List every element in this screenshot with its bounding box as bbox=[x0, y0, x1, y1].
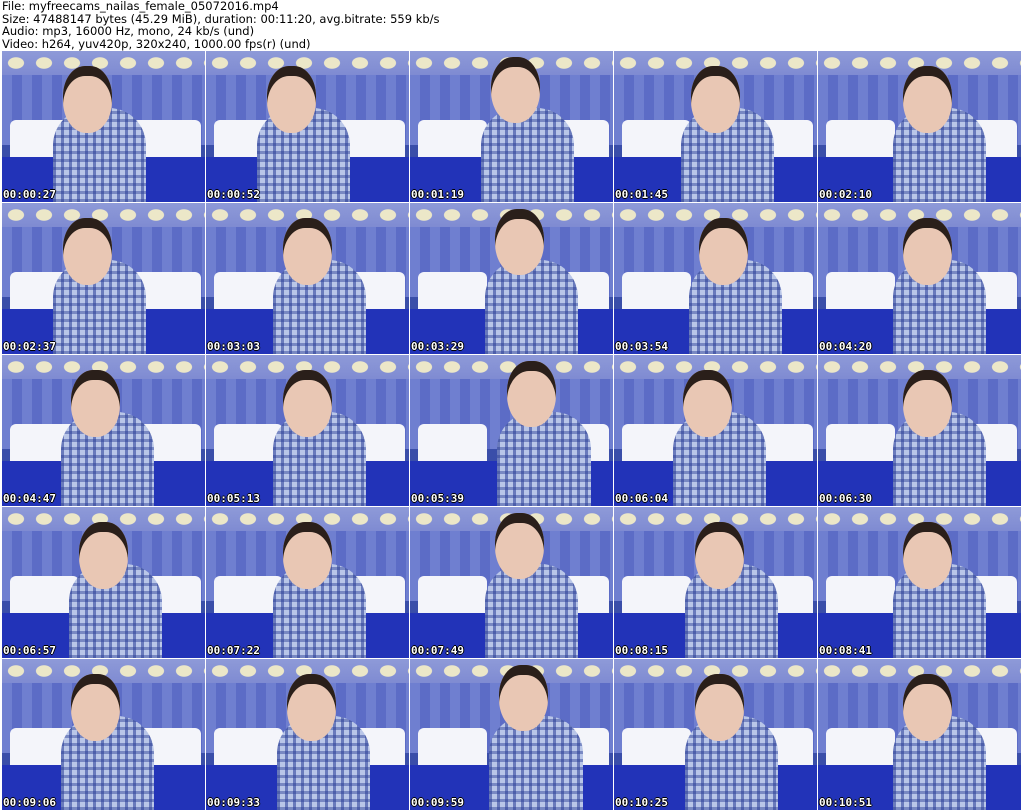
thumbnail-timestamp: 00:09:33 bbox=[207, 796, 260, 809]
thumbnail-timestamp: 00:06:04 bbox=[615, 492, 668, 505]
thumbnail-timestamp: 00:09:06 bbox=[3, 796, 56, 809]
video-thumbnail: 00:04:20 bbox=[818, 203, 1021, 354]
thumbnail-timestamp: 00:01:19 bbox=[411, 188, 464, 201]
thumbnail-timestamp: 00:07:49 bbox=[411, 644, 464, 657]
video-thumbnail: 00:08:41 bbox=[818, 507, 1021, 658]
video-thumbnail: 00:00:52 bbox=[206, 51, 409, 202]
video-thumbnail: 00:07:22 bbox=[206, 507, 409, 658]
video-thumbnail: 00:03:54 bbox=[614, 203, 817, 354]
thumbnail-timestamp: 00:04:47 bbox=[3, 492, 56, 505]
video-thumbnail: 00:03:29 bbox=[410, 203, 613, 354]
video-thumbnail: 00:06:30 bbox=[818, 355, 1021, 506]
thumbnail-timestamp: 00:03:54 bbox=[615, 340, 668, 353]
video-thumbnail: 00:08:15 bbox=[614, 507, 817, 658]
thumbnail-timestamp: 00:07:22 bbox=[207, 644, 260, 657]
thumbnail-timestamp: 00:03:29 bbox=[411, 340, 464, 353]
thumbnail-timestamp: 00:02:37 bbox=[3, 340, 56, 353]
video-thumbnail: 00:01:45 bbox=[614, 51, 817, 202]
thumbnail-timestamp: 00:05:39 bbox=[411, 492, 464, 505]
thumbnail-timestamp: 00:09:59 bbox=[411, 796, 464, 809]
video-thumbnail: 00:02:37 bbox=[2, 203, 205, 354]
thumbnail-timestamp: 00:04:20 bbox=[819, 340, 872, 353]
thumbnail-timestamp: 00:00:52 bbox=[207, 188, 260, 201]
video-thumbnail: 00:09:06 bbox=[2, 659, 205, 810]
video-thumbnail: 00:05:13 bbox=[206, 355, 409, 506]
thumbnail-timestamp: 00:08:15 bbox=[615, 644, 668, 657]
thumbnail-timestamp: 00:02:10 bbox=[819, 188, 872, 201]
video-thumbnail: 00:01:19 bbox=[410, 51, 613, 202]
thumbnail-timestamp: 00:03:03 bbox=[207, 340, 260, 353]
video-thumbnail: 00:07:49 bbox=[410, 507, 613, 658]
thumbnail-timestamp: 00:10:25 bbox=[615, 796, 668, 809]
video-thumbnail: 00:09:59 bbox=[410, 659, 613, 810]
video-thumbnail: 00:03:03 bbox=[206, 203, 409, 354]
file-info-header: File: myfreecams_nailas_female_05072016.… bbox=[2, 0, 1022, 50]
audio-info-line: Audio: mp3, 16000 Hz, mono, 24 kb/s (und… bbox=[2, 24, 255, 38]
thumbnail-timestamp: 00:00:27 bbox=[3, 188, 56, 201]
video-info-line: Video: h264, yuv420p, 320x240, 1000.00 f… bbox=[2, 36, 311, 51]
video-thumbnail: 00:02:10 bbox=[818, 51, 1021, 202]
file-name-line: File: myfreecams_nailas_female_05072016.… bbox=[2, 0, 279, 13]
video-thumbnail: 00:06:57 bbox=[2, 507, 205, 658]
video-thumbnail: 00:05:39 bbox=[410, 355, 613, 506]
thumbnail-timestamp: 00:08:41 bbox=[819, 644, 872, 657]
thumbnail-timestamp: 00:10:51 bbox=[819, 796, 872, 809]
video-thumbnail: 00:10:25 bbox=[614, 659, 817, 810]
thumbnail-timestamp: 00:01:45 bbox=[615, 188, 668, 201]
video-thumbnail: 00:06:04 bbox=[614, 355, 817, 506]
thumbnail-grid: 00:00:27 00:00:52 00:01:19 00:01:45 00:02:10… bbox=[2, 51, 1022, 811]
thumbnail-timestamp: 00:05:13 bbox=[207, 492, 260, 505]
video-thumbnail: 00:09:33 bbox=[206, 659, 409, 810]
video-thumbnail: 00:10:51 bbox=[818, 659, 1021, 810]
thumbnail-timestamp: 00:06:57 bbox=[3, 644, 56, 657]
thumbnail-timestamp: 00:06:30 bbox=[819, 492, 872, 505]
video-thumbnail: 00:00:27 bbox=[2, 51, 205, 202]
video-thumbnail: 00:04:47 bbox=[2, 355, 205, 506]
